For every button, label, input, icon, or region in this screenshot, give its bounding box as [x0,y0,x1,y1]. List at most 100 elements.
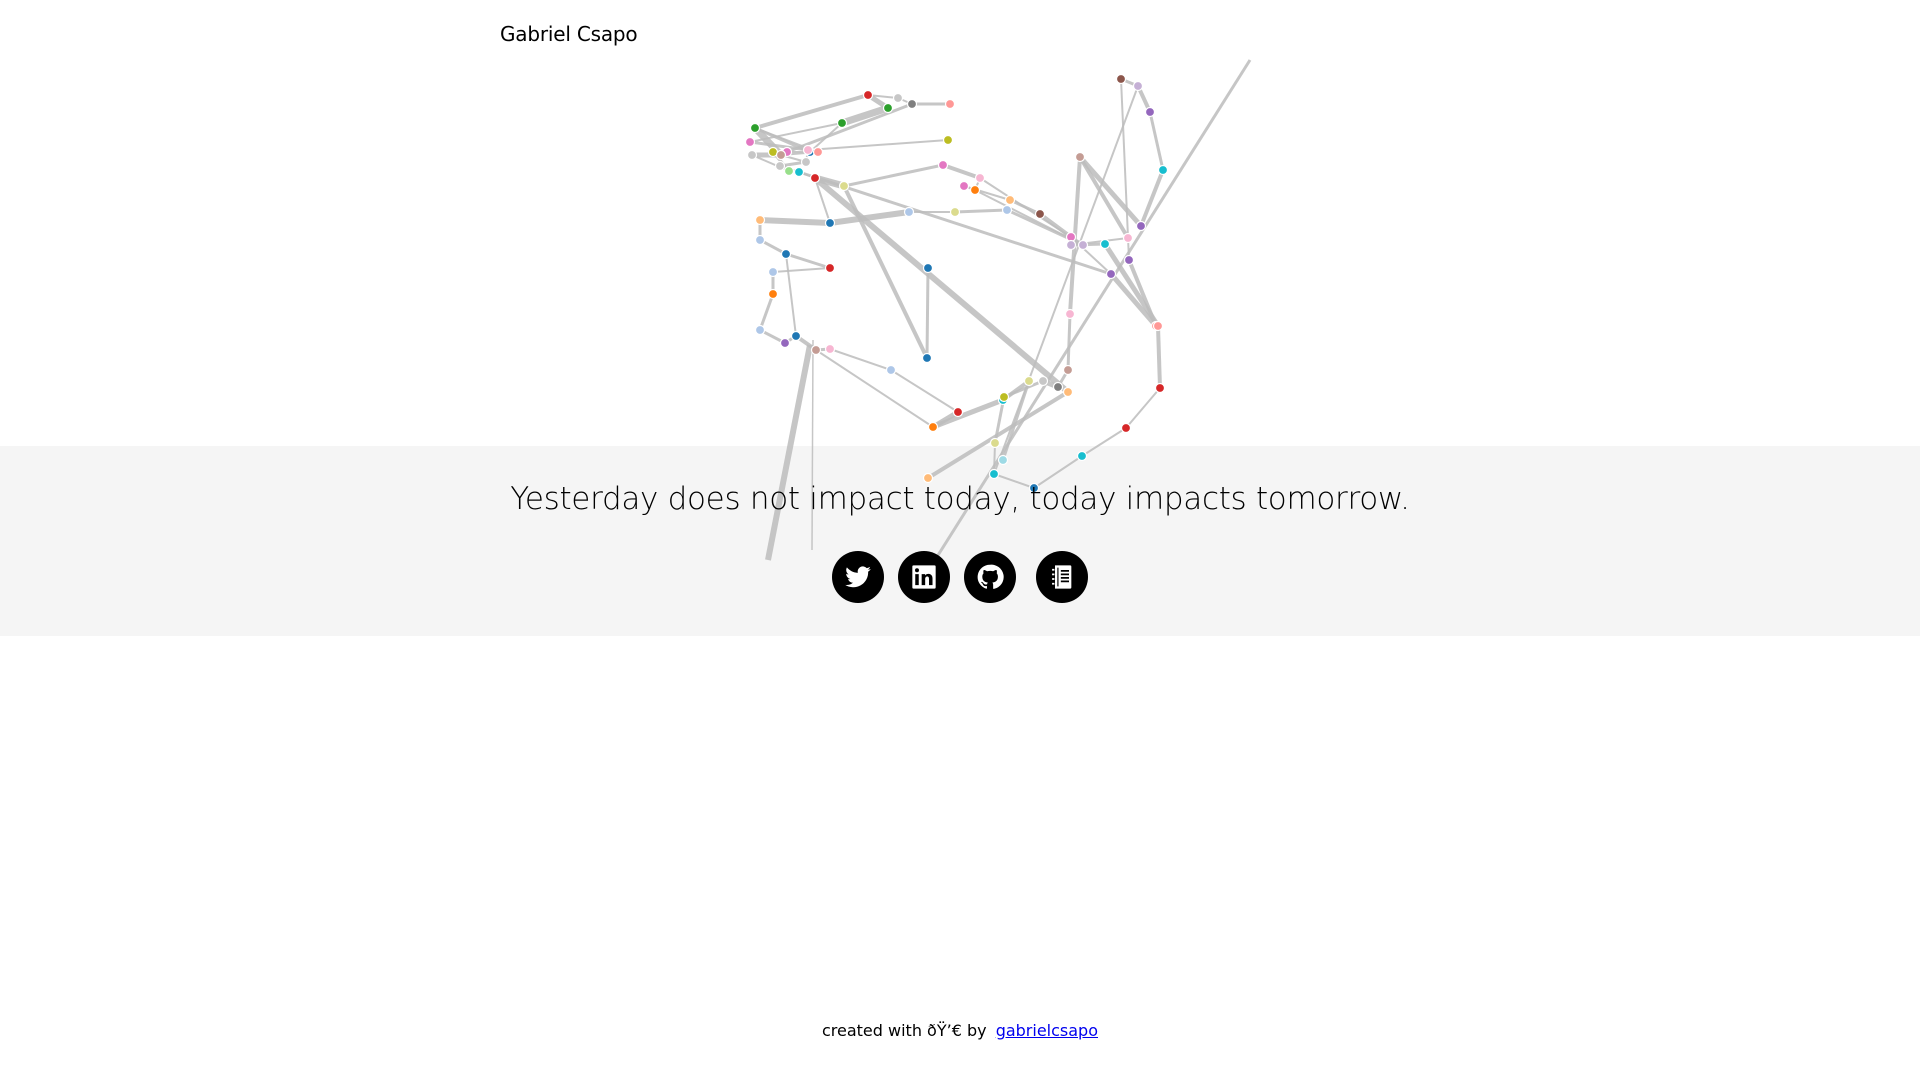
linkedin-button[interactable] [898,551,950,603]
graph-node [754,214,766,226]
graph-node [1052,381,1064,393]
graph-edge [1066,313,1072,371]
graph-node [746,149,758,161]
graph-node [754,234,766,246]
graph-node [1062,364,1074,376]
github-button[interactable] [964,551,1016,603]
graph-edge [843,163,944,188]
graph-node [1065,239,1077,251]
graph-node [885,364,897,376]
graph-long-edge [765,344,813,561]
graph-node [1132,80,1144,92]
graph-node [1123,254,1135,266]
graph-node [790,330,802,342]
graph-edge [1148,111,1165,171]
graph-node [1076,450,1088,462]
graph-node [774,160,786,172]
graph-node [1135,220,1147,232]
graph-edge [785,252,831,270]
graph-node [749,122,761,134]
footer: created with ðŸ’€ by gabrielcsapo [0,1019,1920,1043]
graph-edge [815,349,934,428]
graph-node [922,262,934,274]
graph-edge [772,267,831,273]
graph-node [1074,151,1086,163]
twitter-icon [845,566,871,588]
graph-edge [954,208,1008,214]
graph-node [892,92,904,104]
graph-node [1037,375,1049,387]
social-links [832,551,1088,603]
graph-node [1115,73,1127,85]
graph-node [1023,375,1035,387]
graph-node [838,180,850,192]
hero-quote: Yesterday does not impact today, today i… [510,481,1410,517]
graph-node [927,421,939,433]
graph-node [783,165,795,177]
graph-node [989,437,1001,449]
graph-node [1001,204,1013,216]
graph-node [958,180,970,192]
graph-edge [1109,272,1158,328]
graph-edge [807,139,949,151]
graph-node [824,343,836,355]
graph-nodes [744,73,1169,494]
graph-node [1034,208,1046,220]
graph-node [1144,106,1156,118]
network-graph [744,59,1252,561]
graph-node [779,337,791,349]
graph-node [1122,232,1134,244]
graph-edge [758,293,775,331]
graph-node [862,89,874,101]
graph-node [944,98,956,110]
graph-node [1099,238,1111,250]
graph-node [949,206,961,218]
graph-node [793,166,805,178]
graph-node [1152,320,1164,332]
graph-node [997,454,1009,466]
graph-node [998,391,1010,403]
graph-node [836,117,848,129]
graph-node [906,98,918,110]
graph-node [767,266,779,278]
graph-edge [829,348,892,371]
graph-node [1120,422,1132,434]
graph-edge [1125,387,1161,429]
graph-node [974,172,986,184]
graph-node [1154,382,1166,394]
graph-edge [1081,427,1127,457]
graph-node [824,262,836,274]
notebook-icon [1052,565,1072,589]
graph-node [1064,308,1076,320]
twitter-button[interactable] [832,551,884,603]
graph-node [903,206,915,218]
graph-node [937,159,949,171]
graph-node [1004,194,1016,206]
linkedin-icon [912,565,936,589]
footer-author-link[interactable]: gabrielcsapo [996,1021,1098,1040]
graph-node [1105,268,1117,280]
graph-node [780,248,792,260]
graph-edge [925,267,930,359]
footer-created-text: created with ðŸ’€ by [821,1021,987,1040]
github-icon [977,564,1004,589]
graph-node [921,352,933,364]
graph-node [969,184,981,196]
graph-edge [1078,155,1130,240]
graph-node [809,172,821,184]
graph-edge [1156,325,1162,389]
graph-node [767,288,779,300]
graph-node [812,146,824,158]
graph-node [942,134,954,146]
graph-node [824,217,836,229]
graph-node [744,136,756,148]
graph-node [810,344,822,356]
graph-node [754,324,766,336]
graph-edge [759,217,831,226]
graph-node [1062,386,1074,398]
graph-node [800,156,812,168]
graph-edge [942,163,981,180]
blog-button[interactable] [1036,551,1088,603]
graph-node [1157,164,1169,176]
graph-edge [785,253,797,337]
